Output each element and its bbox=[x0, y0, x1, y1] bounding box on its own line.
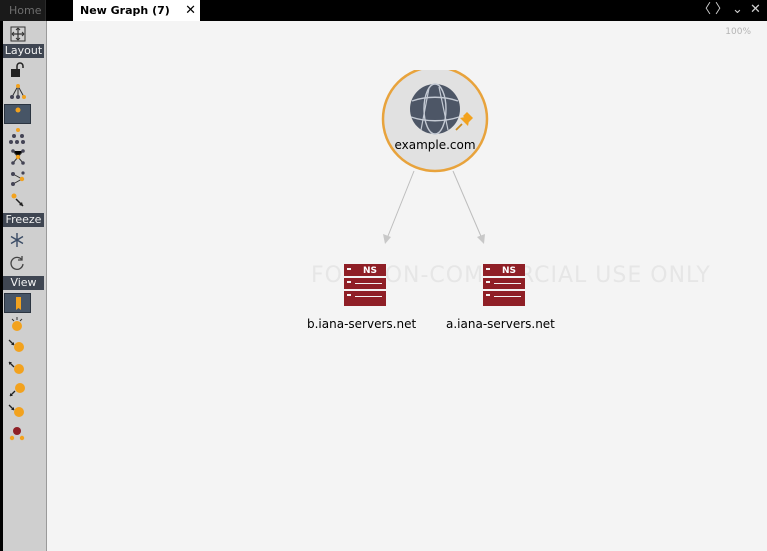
refresh-icon bbox=[10, 256, 24, 270]
circular-layout-tool[interactable] bbox=[4, 169, 31, 189]
refresh-tool[interactable] bbox=[4, 252, 31, 272]
freeze-tool[interactable] bbox=[4, 230, 31, 250]
node-label-example-com: example.com bbox=[394, 138, 476, 152]
tab-close-icon[interactable]: ✕ bbox=[185, 0, 196, 21]
node-incoming-tool[interactable] bbox=[4, 336, 31, 356]
node-cluster-icon bbox=[9, 427, 25, 441]
hierarchy-layout-tool[interactable] bbox=[4, 126, 31, 146]
tab-new-graph[interactable]: New Graph (7) ✕ bbox=[73, 0, 200, 21]
hierarchy-layout-icon bbox=[9, 128, 25, 144]
ns-badge: NS bbox=[363, 266, 377, 276]
section-view: View bbox=[3, 276, 44, 290]
next-tab-icon[interactable]: 〉 bbox=[715, 1, 728, 19]
node-arrow-tool[interactable] bbox=[4, 401, 31, 421]
node-arrow-icon bbox=[8, 404, 24, 417]
graph-canvas[interactable]: 100% FOR NON-COMMERCIAL USE ONLY example… bbox=[46, 21, 767, 551]
layout-toolbar: Layout Freeze View bbox=[0, 21, 46, 551]
bookmark-icon bbox=[16, 297, 21, 310]
ns-server-icon: NS bbox=[483, 264, 525, 306]
snowflake-icon bbox=[10, 233, 24, 247]
node-a-iana-servers[interactable]: NS bbox=[482, 263, 526, 311]
organic-layout-tool[interactable] bbox=[4, 147, 31, 167]
node-b-iana-servers[interactable]: NS bbox=[343, 263, 387, 311]
section-freeze: Freeze bbox=[3, 213, 44, 227]
tab-bar: Home New Graph (7) ✕ 〈 〉 ⌄ ✕ bbox=[0, 0, 767, 21]
node-sparkle-tool[interactable] bbox=[4, 315, 31, 335]
pointer-node-icon bbox=[11, 193, 24, 207]
node-link-tool[interactable] bbox=[4, 379, 31, 399]
unlock-icon bbox=[11, 62, 24, 77]
move-icon bbox=[10, 26, 26, 42]
globe-icon bbox=[381, 65, 489, 173]
node-example-com[interactable] bbox=[381, 65, 489, 178]
organic-layout-icon bbox=[11, 149, 25, 165]
node-label-b-iana-servers: b.iana-servers.net bbox=[307, 317, 417, 331]
prev-tab-icon[interactable]: 〈 bbox=[698, 1, 711, 19]
unlock-tool[interactable] bbox=[4, 61, 31, 81]
node-label-a-iana-servers: a.iana-servers.net bbox=[446, 317, 555, 331]
tab-new-graph-label: New Graph (7) bbox=[80, 4, 170, 17]
pointer-node-tool[interactable] bbox=[4, 190, 31, 210]
tree-layout-icon bbox=[10, 84, 26, 99]
node-incoming-icon bbox=[8, 339, 24, 352]
single-node-icon bbox=[15, 107, 21, 113]
ns-server-icon: NS bbox=[344, 264, 386, 306]
tab-home-label: Home bbox=[9, 4, 42, 17]
tab-menu-icon[interactable]: ⌄ bbox=[732, 1, 743, 19]
tab-home[interactable]: Home bbox=[0, 0, 46, 21]
circular-layout-icon bbox=[11, 171, 25, 186]
node-outgoing-icon bbox=[8, 361, 24, 374]
edge-example-to-b[interactable] bbox=[383, 170, 415, 244]
window-close-icon[interactable]: ✕ bbox=[750, 1, 761, 19]
move-tool[interactable] bbox=[4, 24, 31, 44]
single-node-tool[interactable] bbox=[4, 104, 31, 124]
node-cluster-tool[interactable] bbox=[4, 423, 31, 443]
tree-layout-tool[interactable] bbox=[4, 82, 31, 102]
bookmark-tool[interactable] bbox=[4, 293, 31, 313]
ns-badge: NS bbox=[502, 266, 516, 276]
node-link-icon bbox=[9, 383, 25, 397]
edge-example-to-a[interactable] bbox=[452, 170, 485, 244]
node-sparkle-icon bbox=[11, 317, 23, 331]
section-layout: Layout bbox=[3, 44, 44, 58]
node-outgoing-tool[interactable] bbox=[4, 358, 31, 378]
